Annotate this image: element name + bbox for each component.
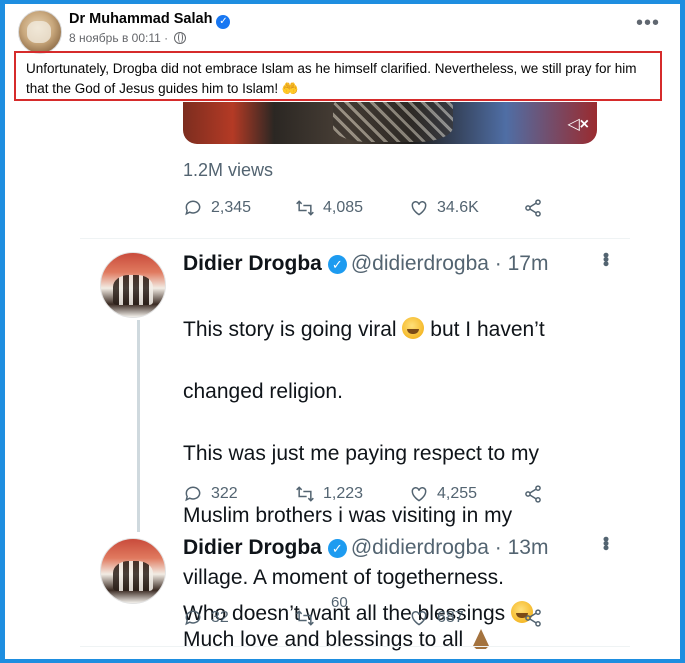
verified-badge-icon: ✓ [327,255,347,274]
tweet-handle[interactable]: @didierdrogba [351,252,489,275]
tweet-line: This story is going viral but I haven’t [183,314,613,345]
retweet-icon [296,486,314,502]
share-icon [525,485,541,503]
retweet-icon [296,200,314,216]
retweet-count: 1,223 [323,485,364,502]
author-name[interactable]: Dr Muhammad Salah ✓ [69,11,231,29]
like-count: 687 [437,609,464,626]
video-views: 1.2M views [183,160,274,180]
tweet-header: Didier Drogba ✓ @didierdrogba · 13m [183,536,548,560]
share-action[interactable] [523,608,551,628]
reply-action[interactable]: 2,345 [183,198,251,218]
verified-badge-icon: ✓ [327,539,347,558]
tweet-author-name[interactable]: Didier Drogba [183,536,322,559]
like-count: 34.6K [437,199,479,216]
globe-icon [174,32,187,44]
retweet-action[interactable] [295,608,323,628]
heart-icon [411,610,427,626]
divider [80,238,630,239]
reply-action[interactable]: 32 [183,608,229,628]
share-action[interactable] [523,198,551,218]
heart-icon [411,200,427,216]
tweet-line: changed religion. [183,380,343,403]
post-caption: Unfortunately, Drogba did not embrace Is… [14,51,662,101]
tweet-screenshot: ◁× 1.2M views 2,345 4,085 34.6K Didier D… [80,102,630,659]
mute-icon[interactable]: ◁× [567,114,589,134]
retweet-count: 4,085 [323,199,364,216]
heart-icon [411,486,427,502]
like-count: 4,255 [437,485,478,502]
tweet-handle[interactable]: @didierdrogba [351,536,489,559]
retweet-action[interactable]: 1,223 [295,484,363,504]
reply-icon [185,486,201,502]
video-actions: 2,345 4,085 34.6K [183,198,583,222]
reply-icon [185,610,201,626]
tweet-line: This was just me paying respect to my [183,442,539,465]
tweet-time[interactable]: · 13m [495,536,549,559]
post-frame: Dr Muhammad Salah ✓ 8 ноябрь в 00:11 · ••… [5,4,680,659]
sweat-smile-emoji-icon [402,317,425,339]
tweet-header: Didier Drogba ✓ @didierdrogba · 17m [183,252,548,276]
reply-count: 2,345 [211,199,252,216]
tweet-actions: 32 60 687 [183,594,583,632]
reply-action[interactable]: 322 [183,484,238,504]
reply-icon [185,200,201,216]
share-icon [525,199,541,217]
tweet-avatar[interactable] [100,252,166,318]
like-action[interactable]: 687 [409,608,464,628]
author-avatar[interactable] [18,10,62,54]
like-action[interactable]: 34.6K [409,198,479,218]
tweet-more-icon[interactable]: ••• [595,252,616,265]
retweet-count: 60 [331,594,348,611]
share-action[interactable] [523,484,551,504]
tweet-actions: 322 1,223 4,255 [183,484,583,508]
like-action[interactable]: 4,255 [409,484,477,504]
verified-badge-icon: ✓ [216,15,231,29]
post-timestamp[interactable]: 8 ноябрь в 00:11 [69,31,161,45]
retweet-action[interactable]: 4,085 [295,198,363,218]
tweet-time[interactable]: · 17m [495,252,549,275]
tweet-author-name[interactable]: Didier Drogba [183,252,322,275]
tweet-line-text: but I haven’t [430,318,545,341]
more-dots-icon[interactable]: ••• [636,12,660,35]
share-icon [525,609,541,627]
tweet-more-icon[interactable]: ••• [595,536,616,549]
video-thumbnail[interactable]: ◁× [183,102,597,144]
tweet-avatar[interactable] [100,538,166,604]
divider [80,646,630,647]
post-meta: 8 ноябрь в 00:11 · [69,31,187,45]
thread-line [137,320,140,532]
retweet-icon [296,610,314,626]
reply-count: 322 [211,485,238,502]
reply-count: 32 [211,609,229,626]
tweet-line-text: This story is going viral [183,318,397,341]
author-name-text[interactable]: Dr Muhammad Salah [69,11,212,27]
